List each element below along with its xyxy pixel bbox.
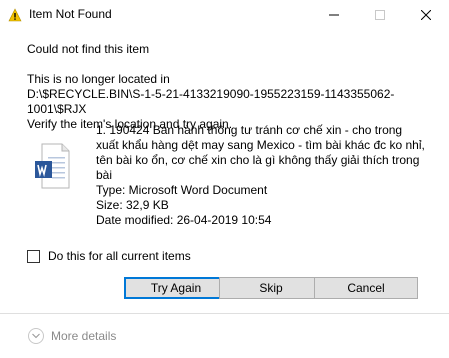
maximize-button[interactable] bbox=[357, 0, 403, 30]
try-again-button[interactable]: Try Again bbox=[124, 277, 228, 299]
title-bar[interactable]: Item Not Found bbox=[0, 0, 449, 30]
maximize-icon bbox=[375, 10, 385, 20]
file-size: Size: 32,9 KB bbox=[96, 198, 169, 212]
dialog-heading: Could not find this item bbox=[27, 42, 150, 56]
dialog-footer: More details bbox=[0, 313, 449, 358]
file-type: Type: Microsoft Word Document bbox=[96, 183, 268, 197]
more-details-toggle[interactable]: More details bbox=[28, 328, 116, 344]
footer-divider bbox=[0, 313, 449, 314]
word-document-icon bbox=[35, 143, 70, 189]
warning-icon bbox=[8, 8, 22, 22]
close-icon bbox=[421, 10, 431, 20]
file-details: 1. 190424 Ban hành thông tư tránh cơ chế… bbox=[96, 123, 426, 228]
window-title: Item Not Found bbox=[29, 7, 112, 21]
minimize-icon bbox=[329, 14, 339, 16]
file-name: 1. 190424 Ban hành thông tư tránh cơ chế… bbox=[96, 123, 425, 182]
close-button[interactable] bbox=[403, 0, 449, 30]
cancel-button[interactable]: Cancel bbox=[314, 277, 418, 299]
chevron-down-icon bbox=[32, 333, 40, 339]
skip-button[interactable]: Skip bbox=[219, 277, 323, 299]
location-path: D:\$RECYCLE.BIN\S-1-5-21-4133219090-1955… bbox=[27, 87, 395, 116]
apply-all-option[interactable]: Do this for all current items bbox=[27, 249, 191, 263]
apply-all-label[interactable]: Do this for all current items bbox=[48, 249, 191, 263]
location-line: This is no longer located in bbox=[27, 72, 170, 86]
item-not-found-dialog: Item Not Found Could not find this item … bbox=[0, 0, 449, 358]
apply-all-checkbox[interactable] bbox=[27, 249, 40, 263]
file-date-modified: Date modified: 26-04-2019 10:54 bbox=[96, 213, 272, 227]
minimize-button[interactable] bbox=[311, 0, 357, 30]
more-details-label[interactable]: More details bbox=[51, 329, 116, 343]
more-details-circle[interactable] bbox=[28, 328, 44, 344]
